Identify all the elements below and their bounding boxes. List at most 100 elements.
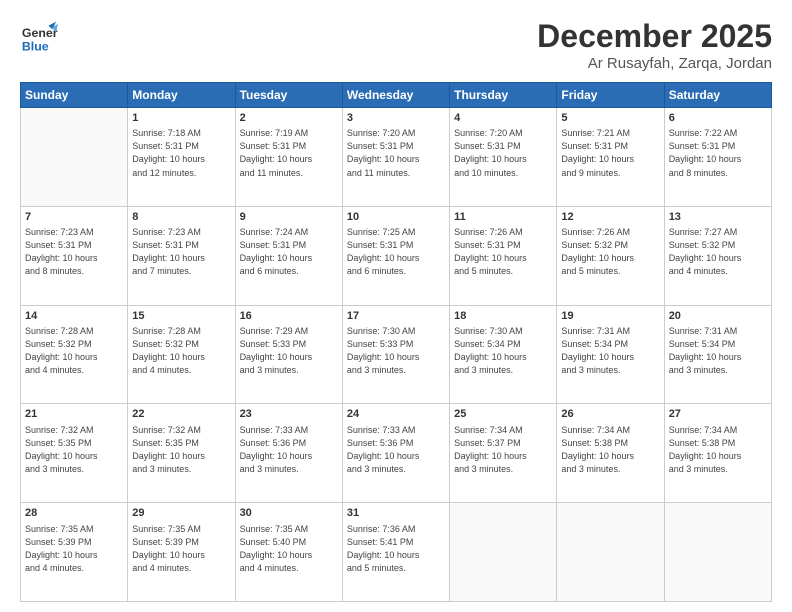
day-info: Sunrise: 7:34 AMSunset: 5:38 PMDaylight:… xyxy=(669,424,767,476)
day-info: Sunrise: 7:31 AMSunset: 5:34 PMDaylight:… xyxy=(561,325,659,377)
table-row: 15Sunrise: 7:28 AMSunset: 5:32 PMDayligh… xyxy=(128,305,235,404)
day-number: 20 xyxy=(669,309,767,324)
day-info: Sunrise: 7:21 AMSunset: 5:31 PMDaylight:… xyxy=(561,127,659,179)
day-number: 4 xyxy=(454,111,552,126)
day-info: Sunrise: 7:27 AMSunset: 5:32 PMDaylight:… xyxy=(669,226,767,278)
day-number: 17 xyxy=(347,309,445,324)
day-info: Sunrise: 7:28 AMSunset: 5:32 PMDaylight:… xyxy=(25,325,123,377)
table-row: 21 Sunrise: 7:32 AMSunset: 5:35 PMDayligh… xyxy=(21,404,128,503)
table-row: 3Sunrise: 7:20 AMSunset: 5:31 PMDaylight… xyxy=(342,108,449,207)
col-thursday: Thursday xyxy=(450,83,557,108)
calendar-week-row: 7Sunrise: 7:23 AMSunset: 5:31 PMDaylight… xyxy=(21,206,772,305)
day-number: 13 xyxy=(669,210,767,225)
table-row: 5Sunrise: 7:21 AMSunset: 5:31 PMDaylight… xyxy=(557,108,664,207)
day-number: 30 xyxy=(240,506,338,521)
day-info: Sunrise: 7:32 AMSunset: 5:35 PMDaylight:… xyxy=(132,424,230,476)
day-number: 24 xyxy=(347,407,445,422)
table-row: 12Sunrise: 7:26 AMSunset: 5:32 PMDayligh… xyxy=(557,206,664,305)
table-row: 10Sunrise: 7:25 AMSunset: 5:31 PMDayligh… xyxy=(342,206,449,305)
col-wednesday: Wednesday xyxy=(342,83,449,108)
day-number: 22 xyxy=(132,407,230,422)
day-number: 19 xyxy=(561,309,659,324)
table-row xyxy=(557,503,664,602)
day-info: Sunrise: 7:29 AMSunset: 5:33 PMDaylight:… xyxy=(240,325,338,377)
day-info: Sunrise: 7:23 AMSunset: 5:31 PMDaylight:… xyxy=(25,226,123,278)
table-row: 30 Sunrise: 7:35 AMSunset: 5:40 PMDayligh… xyxy=(235,503,342,602)
day-number: 28 xyxy=(25,506,123,521)
day-info: Sunrise: 7:28 AMSunset: 5:32 PMDaylight:… xyxy=(132,325,230,377)
day-info: Sunrise: 7:18 AMSunset: 5:31 PMDaylight:… xyxy=(132,127,230,179)
day-number: 10 xyxy=(347,210,445,225)
col-sunday: Sunday xyxy=(21,83,128,108)
table-row: 19Sunrise: 7:31 AMSunset: 5:34 PMDayligh… xyxy=(557,305,664,404)
day-info: Sunrise: 7:33 AMSunset: 5:36 PMDaylight:… xyxy=(347,424,445,476)
table-row: 2Sunrise: 7:19 AMSunset: 5:31 PMDaylight… xyxy=(235,108,342,207)
table-row: 17Sunrise: 7:30 AMSunset: 5:33 PMDayligh… xyxy=(342,305,449,404)
title-block: December 2025 Ar Rusayfah, Zarqa, Jordan xyxy=(537,18,772,72)
table-row xyxy=(664,503,771,602)
table-row: 9Sunrise: 7:24 AMSunset: 5:31 PMDaylight… xyxy=(235,206,342,305)
day-number: 9 xyxy=(240,210,338,225)
day-number: 25 xyxy=(454,407,552,422)
day-info: Sunrise: 7:24 AMSunset: 5:31 PMDaylight:… xyxy=(240,226,338,278)
location: Ar Rusayfah, Zarqa, Jordan xyxy=(537,55,772,72)
logo-icon: General Blue xyxy=(20,18,58,56)
header: General Blue December 2025 Ar Rusayfah, … xyxy=(20,18,772,72)
day-number: 11 xyxy=(454,210,552,225)
table-row xyxy=(21,108,128,207)
table-row: 14Sunrise: 7:28 AMSunset: 5:32 PMDayligh… xyxy=(21,305,128,404)
calendar-header-row: Sunday Monday Tuesday Wednesday Thursday… xyxy=(21,83,772,108)
day-number: 7 xyxy=(25,210,123,225)
day-number: 16 xyxy=(240,309,338,324)
table-row: 4Sunrise: 7:20 AMSunset: 5:31 PMDaylight… xyxy=(450,108,557,207)
table-row: 11Sunrise: 7:26 AMSunset: 5:31 PMDayligh… xyxy=(450,206,557,305)
day-number: 3 xyxy=(347,111,445,126)
svg-text:Blue: Blue xyxy=(22,39,49,53)
day-number: 2 xyxy=(240,111,338,126)
table-row: 16Sunrise: 7:29 AMSunset: 5:33 PMDayligh… xyxy=(235,305,342,404)
day-info: Sunrise: 7:23 AMSunset: 5:31 PMDaylight:… xyxy=(132,226,230,278)
calendar-week-row: 14Sunrise: 7:28 AMSunset: 5:32 PMDayligh… xyxy=(21,305,772,404)
day-number: 21 xyxy=(25,407,123,422)
page: General Blue December 2025 Ar Rusayfah, … xyxy=(0,0,792,612)
day-info: Sunrise: 7:34 AMSunset: 5:38 PMDaylight:… xyxy=(561,424,659,476)
day-info: Sunrise: 7:35 AMSunset: 5:39 PMDaylight:… xyxy=(132,523,230,575)
month-title: December 2025 xyxy=(537,18,772,55)
day-info: Sunrise: 7:19 AMSunset: 5:31 PMDaylight:… xyxy=(240,127,338,179)
table-row xyxy=(450,503,557,602)
col-monday: Monday xyxy=(128,83,235,108)
table-row: 26Sunrise: 7:34 AMSunset: 5:38 PMDayligh… xyxy=(557,404,664,503)
day-info: Sunrise: 7:36 AMSunset: 5:41 PMDaylight:… xyxy=(347,523,445,575)
table-row: 31Sunrise: 7:36 AMSunset: 5:41 PMDayligh… xyxy=(342,503,449,602)
day-info: Sunrise: 7:22 AMSunset: 5:31 PMDaylight:… xyxy=(669,127,767,179)
day-number: 18 xyxy=(454,309,552,324)
table-row: 25 Sunrise: 7:34 AMSunset: 5:37 PMDayligh… xyxy=(450,404,557,503)
day-number: 6 xyxy=(669,111,767,126)
table-row: 8Sunrise: 7:23 AMSunset: 5:31 PMDaylight… xyxy=(128,206,235,305)
calendar-week-row: 21 Sunrise: 7:32 AMSunset: 5:35 PMDayligh… xyxy=(21,404,772,503)
table-row: 22 Sunrise: 7:32 AMSunset: 5:35 PMDayligh… xyxy=(128,404,235,503)
table-row: 28 Sunrise: 7:35 AMSunset: 5:39 PMDayligh… xyxy=(21,503,128,602)
calendar-table: Sunday Monday Tuesday Wednesday Thursday… xyxy=(20,82,772,602)
table-row: 27Sunrise: 7:34 AMSunset: 5:38 PMDayligh… xyxy=(664,404,771,503)
day-number: 12 xyxy=(561,210,659,225)
day-number: 8 xyxy=(132,210,230,225)
day-info: Sunrise: 7:32 AMSunset: 5:35 PMDaylight:… xyxy=(25,424,123,476)
day-info: Sunrise: 7:26 AMSunset: 5:31 PMDaylight:… xyxy=(454,226,552,278)
calendar-week-row: 1Sunrise: 7:18 AMSunset: 5:31 PMDaylight… xyxy=(21,108,772,207)
day-number: 29 xyxy=(132,506,230,521)
calendar-week-row: 28 Sunrise: 7:35 AMSunset: 5:39 PMDayligh… xyxy=(21,503,772,602)
day-info: Sunrise: 7:35 AMSunset: 5:40 PMDaylight:… xyxy=(240,523,338,575)
col-tuesday: Tuesday xyxy=(235,83,342,108)
day-info: Sunrise: 7:30 AMSunset: 5:33 PMDaylight:… xyxy=(347,325,445,377)
table-row: 13Sunrise: 7:27 AMSunset: 5:32 PMDayligh… xyxy=(664,206,771,305)
day-info: Sunrise: 7:33 AMSunset: 5:36 PMDaylight:… xyxy=(240,424,338,476)
day-info: Sunrise: 7:35 AMSunset: 5:39 PMDaylight:… xyxy=(25,523,123,575)
day-info: Sunrise: 7:25 AMSunset: 5:31 PMDaylight:… xyxy=(347,226,445,278)
table-row: 1Sunrise: 7:18 AMSunset: 5:31 PMDaylight… xyxy=(128,108,235,207)
day-number: 14 xyxy=(25,309,123,324)
day-info: Sunrise: 7:34 AMSunset: 5:37 PMDaylight:… xyxy=(454,424,552,476)
day-info: Sunrise: 7:20 AMSunset: 5:31 PMDaylight:… xyxy=(454,127,552,179)
day-info: Sunrise: 7:31 AMSunset: 5:34 PMDaylight:… xyxy=(669,325,767,377)
table-row: 23Sunrise: 7:33 AMSunset: 5:36 PMDayligh… xyxy=(235,404,342,503)
